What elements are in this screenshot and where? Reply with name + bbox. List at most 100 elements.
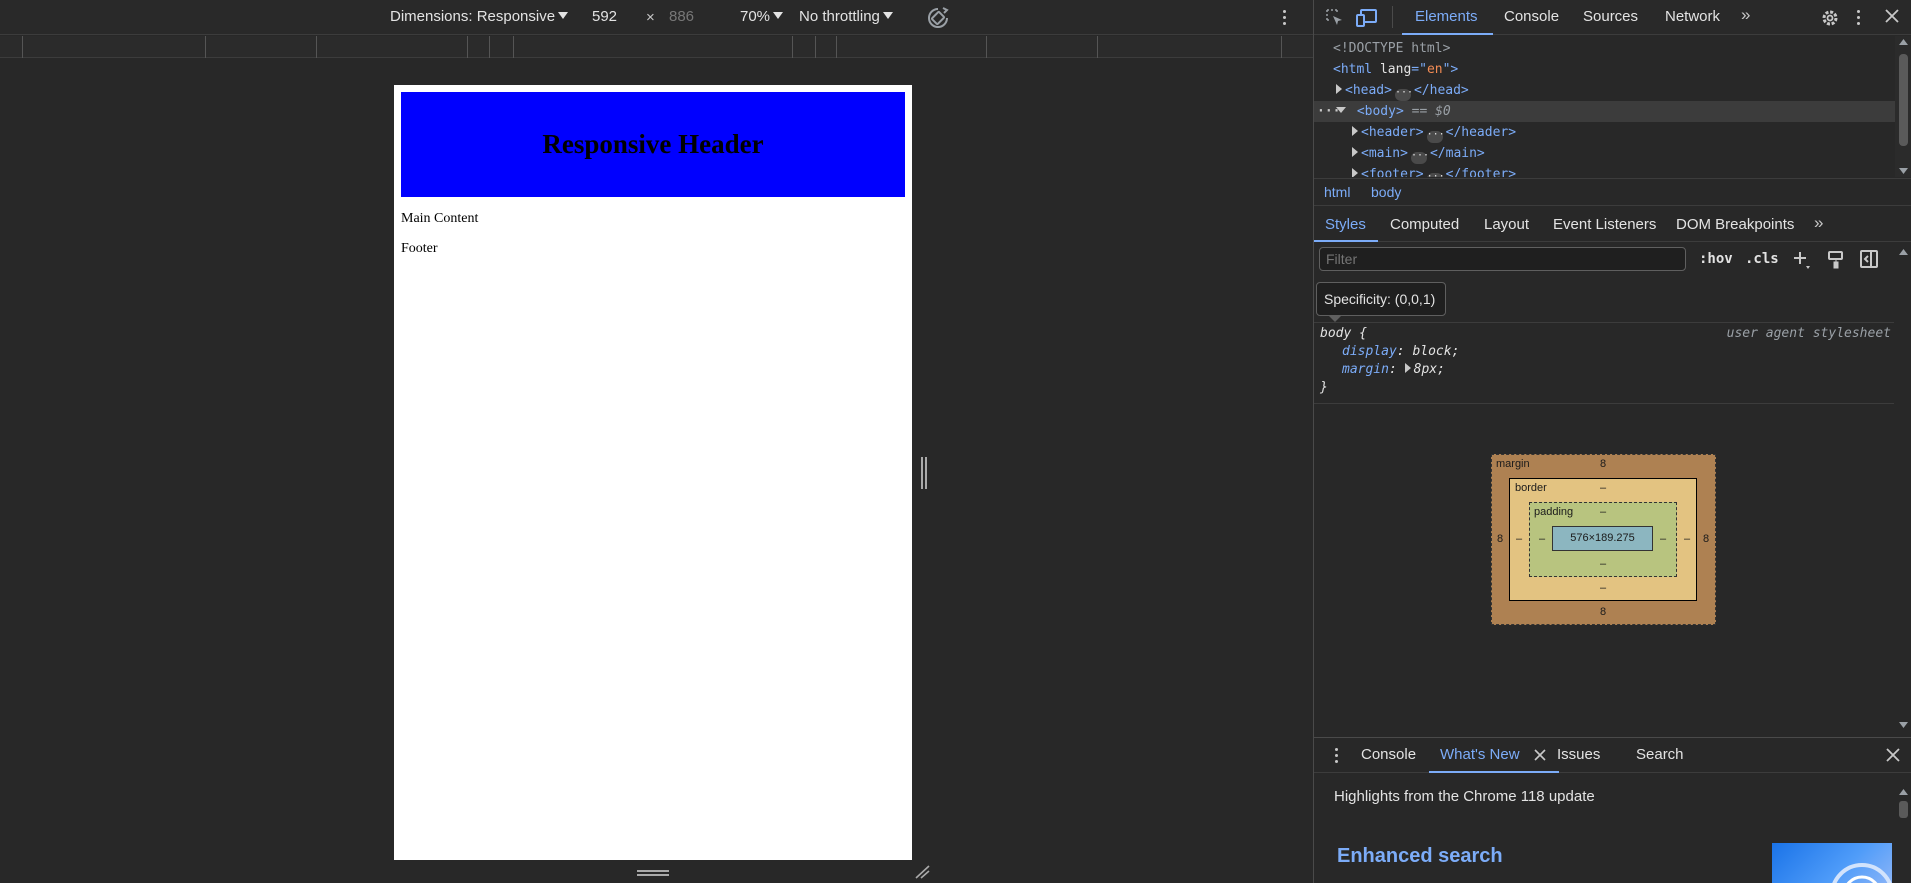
- ellipsis-icon[interactable]: ···: [1394, 88, 1413, 101]
- tab-computed[interactable]: Computed: [1390, 216, 1459, 233]
- margin-top-value[interactable]: 8: [1600, 458, 1606, 470]
- border-left-value[interactable]: –: [1516, 533, 1522, 545]
- rule-source: user agent stylesheet: [1726, 326, 1891, 341]
- dimensions-dropdown[interactable]: Dimensions: Responsive: [390, 8, 569, 25]
- tooltip-arrow: [1328, 315, 1342, 322]
- kebab-menu-icon[interactable]: [1857, 10, 1861, 28]
- media-query-ruler[interactable]: [0, 36, 1313, 58]
- expand-triangle-icon[interactable]: [1336, 84, 1342, 94]
- dimensions-label: Dimensions: Responsive: [390, 8, 556, 25]
- padding-label: padding: [1534, 506, 1574, 518]
- paint-icon[interactable]: [1827, 250, 1845, 274]
- dom-tree-scrollbar[interactable]: [1895, 36, 1911, 177]
- dom-tree[interactable]: <!DOCTYPE html> <html lang="en"> <head> ·…: [1314, 36, 1895, 177]
- tab-elements[interactable]: Elements: [1415, 8, 1478, 25]
- drawer-tab-issues[interactable]: Issues: [1557, 746, 1600, 763]
- breadcrumb-html[interactable]: html: [1324, 184, 1350, 200]
- dom-node-html[interactable]: <html lang="en">: [1333, 59, 1458, 80]
- device-toggle-icon[interactable]: [1356, 8, 1378, 32]
- resize-handle-bottom[interactable]: [637, 870, 669, 878]
- height-input[interactable]: 886: [669, 8, 694, 25]
- styles-subtabs: Styles Computed Layout Event Listeners D…: [1314, 207, 1911, 242]
- ellipsis-icon[interactable]: ···: [1426, 130, 1445, 143]
- styles-scrollbar[interactable]: [1895, 243, 1911, 737]
- dom-node-main[interactable]: <main> ···</main>: [1352, 143, 1485, 164]
- styles-filter-input[interactable]: [1319, 247, 1686, 271]
- whats-new-headline: Highlights from the Chrome 118 update: [1334, 788, 1595, 805]
- tab-event-listeners[interactable]: Event Listeners: [1553, 216, 1656, 233]
- zoom-label: 70%: [740, 8, 771, 25]
- drawer-tabs: Console What's New Issues Search: [1314, 738, 1911, 773]
- padding-bottom-value[interactable]: –: [1600, 558, 1606, 570]
- margin-left-value[interactable]: 8: [1497, 533, 1503, 545]
- border-right-value[interactable]: –: [1684, 533, 1690, 545]
- dom-node-body-selected[interactable]: ··· <body> == $0: [1314, 101, 1895, 122]
- close-drawer-icon[interactable]: [1886, 748, 1900, 766]
- tab-styles[interactable]: Styles: [1325, 216, 1366, 233]
- box-model-diagram[interactable]: margin 8 8 8 8 border – – – – padding – …: [1491, 454, 1716, 625]
- tab-dom-breakpoints[interactable]: DOM Breakpoints: [1676, 216, 1794, 233]
- settings-gear-icon[interactable]: [1820, 8, 1840, 32]
- style-rule-body[interactable]: body { user agent stylesheet display: bl…: [1314, 322, 1894, 404]
- device-viewport-area: Dimensions: Responsive 592 × 886 70% No …: [0, 0, 1313, 883]
- drawer-scrollbar[interactable]: [1895, 774, 1911, 883]
- border-bottom-value[interactable]: –: [1600, 582, 1606, 594]
- devtools-panel: Elements Console Sources Network » <!DOC…: [1313, 0, 1911, 883]
- margin-right-value[interactable]: 8: [1703, 533, 1709, 545]
- expand-triangle-icon[interactable]: [1352, 147, 1358, 157]
- sidebar-toggle-icon[interactable]: [1860, 250, 1878, 272]
- dom-node-head[interactable]: <head> ···</head>: [1336, 80, 1469, 101]
- drawer-tab-console[interactable]: Console: [1361, 746, 1416, 763]
- zoom-dropdown[interactable]: 70%: [740, 8, 784, 25]
- rotate-icon[interactable]: [926, 6, 950, 34]
- margin-bottom-value[interactable]: 8: [1600, 606, 1606, 618]
- feature-title-link[interactable]: Enhanced search: [1337, 845, 1503, 868]
- breadcrumb-body[interactable]: body: [1371, 184, 1401, 200]
- close-tab-icon[interactable]: [1534, 748, 1546, 765]
- border-label: border: [1515, 482, 1547, 494]
- tab-sources[interactable]: Sources: [1583, 8, 1638, 25]
- decl-display[interactable]: display: block;: [1342, 344, 1459, 359]
- padding-right-value[interactable]: –: [1660, 533, 1666, 545]
- more-tabs-icon[interactable]: »: [1741, 5, 1751, 25]
- chevron-down-icon: [773, 12, 784, 19]
- ellipsis-icon[interactable]: ···: [1426, 172, 1445, 177]
- new-style-rule-icon[interactable]: [1792, 250, 1812, 274]
- feature-promo-image: [1772, 843, 1892, 883]
- padding-top-value[interactable]: –: [1600, 506, 1606, 518]
- cls-toggle[interactable]: .cls: [1745, 251, 1779, 267]
- tab-console[interactable]: Console: [1504, 8, 1559, 25]
- throttling-dropdown[interactable]: No throttling: [799, 8, 893, 25]
- dom-node-footer[interactable]: <footer> ···</footer>: [1352, 164, 1516, 177]
- expand-triangle-icon[interactable]: [1352, 126, 1358, 136]
- close-icon[interactable]: [1884, 8, 1900, 28]
- dom-doctype[interactable]: <!DOCTYPE html>: [1333, 38, 1450, 59]
- resize-corner-icon[interactable]: [915, 865, 931, 879]
- box-model-content-size[interactable]: 576×189.275: [1552, 526, 1653, 551]
- expand-triangle-icon[interactable]: [1404, 363, 1411, 373]
- page-footer: Footer: [401, 241, 438, 256]
- expand-triangle-icon[interactable]: [1352, 168, 1358, 177]
- kebab-menu-icon[interactable]: [1283, 10, 1287, 28]
- drawer-menu-icon[interactable]: [1335, 748, 1339, 766]
- tab-layout[interactable]: Layout: [1484, 216, 1529, 233]
- rule-selector[interactable]: body {: [1320, 326, 1367, 341]
- dom-node-header[interactable]: <header> ···</header>: [1352, 122, 1516, 143]
- border-top-value[interactable]: –: [1600, 482, 1606, 494]
- devtools-topbar: Elements Console Sources Network »: [1314, 0, 1911, 35]
- inspect-element-icon[interactable]: [1325, 8, 1345, 32]
- rule-close: }: [1320, 380, 1328, 395]
- decl-margin[interactable]: margin: 8px;: [1342, 362, 1445, 377]
- collapse-triangle-icon[interactable]: [1336, 107, 1346, 113]
- hov-toggle[interactable]: :hov: [1699, 251, 1733, 267]
- emulated-page[interactable]: Responsive Header Main Content Footer: [394, 85, 912, 860]
- styles-filter-bar: :hov .cls: [1314, 243, 1894, 275]
- width-input[interactable]: 592: [592, 8, 617, 25]
- ellipsis-icon[interactable]: ···: [1410, 151, 1429, 164]
- more-tabs-icon[interactable]: »: [1814, 213, 1824, 233]
- padding-left-value[interactable]: –: [1539, 533, 1545, 545]
- resize-handle-right[interactable]: [921, 457, 927, 489]
- drawer-tab-search[interactable]: Search: [1636, 746, 1684, 763]
- tab-network[interactable]: Network: [1665, 8, 1720, 25]
- drawer-tab-whats-new[interactable]: What's New: [1440, 746, 1520, 763]
